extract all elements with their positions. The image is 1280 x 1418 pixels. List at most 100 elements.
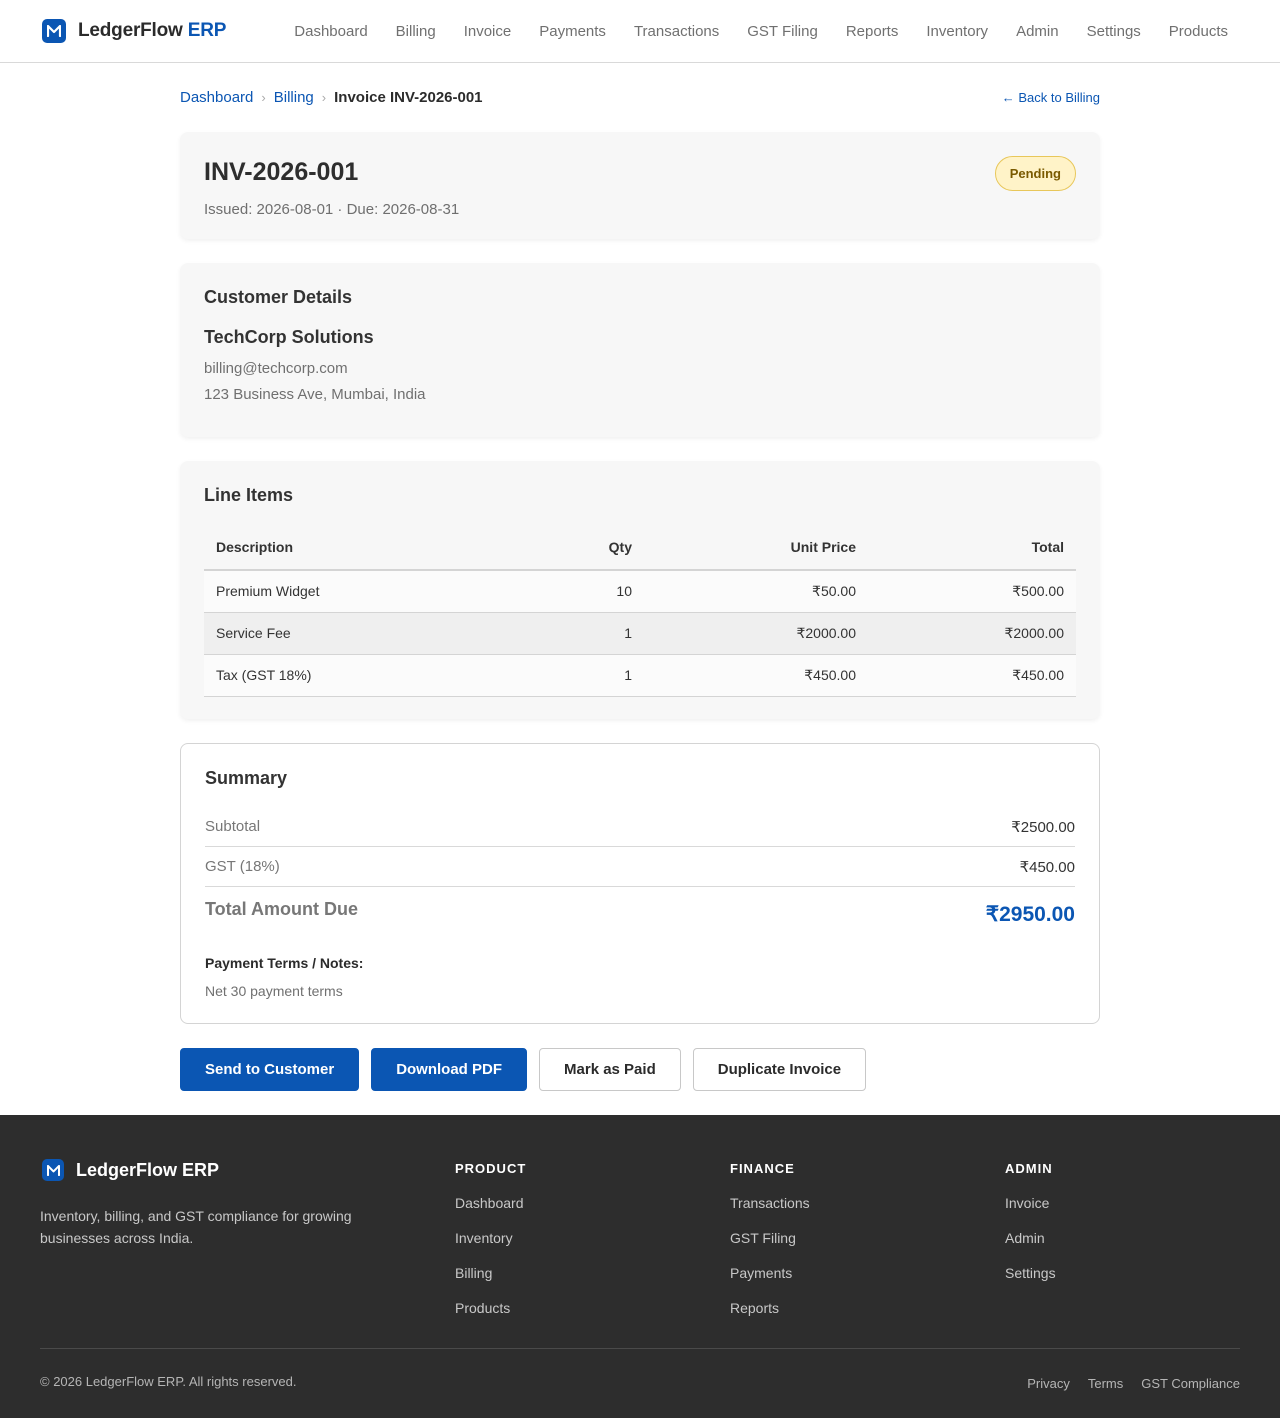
privacy-link[interactable]: Privacy: [1027, 1376, 1070, 1391]
gst-label: GST (18%): [205, 858, 280, 875]
footer-link-transactions[interactable]: Transactions: [730, 1195, 1005, 1212]
brand-name: LedgerFlow ERP: [78, 20, 227, 41]
item-description: Premium Widget: [204, 570, 514, 613]
nav-admin[interactable]: Admin: [1016, 23, 1059, 40]
copyright-text: © 2026 LedgerFlow ERP. All rights reserv…: [40, 1374, 297, 1389]
footer-link-products[interactable]: Products: [455, 1300, 730, 1317]
notes-body: Net 30 payment terms: [205, 983, 343, 999]
customer-details-card: Customer Details TechCorp Solutions bill…: [180, 263, 1100, 437]
customer-name: TechCorp Solutions: [204, 327, 374, 347]
nav-invoice[interactable]: Invoice: [464, 23, 512, 40]
footer-link-settings[interactable]: Settings: [1005, 1265, 1240, 1282]
nav-inventory[interactable]: Inventory: [926, 23, 988, 40]
item-qty: 1: [514, 654, 644, 697]
gst-value: ₹450.00: [1019, 858, 1075, 876]
footer-brand-name: LedgerFlow ERP: [76, 1159, 220, 1180]
total-row: Total Amount Due ₹2950.00: [205, 887, 1075, 941]
column-header-description: Description: [204, 525, 514, 571]
footer-link-reports[interactable]: Reports: [730, 1300, 1005, 1317]
table-row: Service Fee 1 ₹2000.00 ₹2000.00: [204, 612, 1076, 655]
customer-section-title: Customer Details: [204, 287, 353, 307]
item-total: ₹450.00: [868, 654, 1076, 697]
nav-gst-filing[interactable]: GST Filing: [747, 23, 818, 40]
subtotal-label: Subtotal: [205, 818, 261, 835]
subtotal-row: Subtotal ₹2500.00: [205, 807, 1075, 847]
nav-payments[interactable]: Payments: [539, 23, 606, 40]
brand[interactable]: LedgerFlow ERP: [40, 19, 226, 43]
nav-dashboard[interactable]: Dashboard: [294, 23, 367, 40]
line-items-card: Line Items Description Qty Unit Price To…: [180, 461, 1100, 719]
footer-link-billing[interactable]: Billing: [455, 1265, 730, 1282]
footer-link-payments[interactable]: Payments: [730, 1265, 1005, 1282]
status-badge: Pending: [994, 156, 1076, 191]
invoice-number: INV-2026-001: [204, 158, 359, 186]
brand-accent: ERP: [187, 20, 227, 41]
subtotal-value: ₹2500.00: [1011, 818, 1075, 836]
footer-column-finance: FINANCE Transactions GST Filing Payments…: [730, 1159, 1005, 1348]
item-unit-price: ₹450.00: [644, 654, 868, 697]
footer-column-admin: ADMIN Invoice Admin Settings: [1005, 1159, 1240, 1348]
chevron-right-icon: ›: [261, 89, 266, 105]
item-unit-price: ₹2000.00: [644, 612, 868, 655]
nav-settings[interactable]: Settings: [1087, 23, 1141, 40]
nav-reports[interactable]: Reports: [846, 23, 899, 40]
site-footer: LedgerFlow ERP Inventory, billing, and G…: [0, 1115, 1280, 1418]
summary-card: Summary Subtotal ₹2500.00 GST (18%) ₹450…: [180, 743, 1100, 1024]
item-qty: 1: [514, 612, 644, 655]
footer-column-title: ADMIN: [1005, 1161, 1053, 1176]
nav-billing[interactable]: Billing: [396, 23, 436, 40]
nav-transactions[interactable]: Transactions: [634, 23, 719, 40]
gst-row: GST (18%) ₹450.00: [205, 847, 1075, 887]
item-unit-price: ₹50.00: [644, 570, 868, 613]
legal-links: Privacy Terms GST Compliance: [1009, 1376, 1240, 1391]
table-row: Premium Widget 10 ₹50.00 ₹500.00: [204, 570, 1076, 613]
invoice-dates: Issued: 2026-08-01 · Due: 2026-08-31: [204, 201, 460, 218]
item-description: Service Fee: [204, 612, 514, 655]
footer-link-gst-filing[interactable]: GST Filing: [730, 1230, 1005, 1247]
footer-link-dashboard[interactable]: Dashboard: [455, 1195, 730, 1212]
footer-link-admin[interactable]: Admin: [1005, 1230, 1240, 1247]
column-header-qty: Qty: [514, 525, 644, 571]
download-pdf-button[interactable]: Download PDF: [371, 1048, 528, 1091]
send-to-customer-button[interactable]: Send to Customer: [180, 1048, 360, 1091]
item-qty: 10: [514, 570, 644, 613]
footer-column-product: PRODUCT Dashboard Inventory Billing Prod…: [455, 1159, 730, 1348]
column-header-unit-price: Unit Price: [644, 525, 868, 571]
table-header-row: Description Qty Unit Price Total: [204, 525, 1076, 571]
invoice-actions: Send to Customer Download PDF Mark as Pa…: [180, 1048, 1100, 1091]
terms-link[interactable]: Terms: [1088, 1376, 1123, 1391]
mark-as-paid-button[interactable]: Mark as Paid: [539, 1048, 681, 1091]
breadcrumb: Dashboard › Billing › Invoice INV-2026-0…: [180, 89, 483, 106]
table-row: Tax (GST 18%) 1 ₹450.00 ₹450.00: [204, 654, 1076, 697]
invoice-header-card: INV-2026-001 Issued: 2026-08-01 · Due: 2…: [180, 132, 1100, 239]
footer-tagline: Inventory, billing, and GST compliance f…: [40, 1208, 352, 1246]
breadcrumb-row: Dashboard › Billing › Invoice INV-2026-0…: [180, 89, 1100, 106]
item-description: Tax (GST 18%): [204, 654, 514, 697]
customer-email: billing@techcorp.com: [204, 360, 348, 377]
logo-icon: [42, 19, 66, 43]
footer-brand: LedgerFlow ERP Inventory, billing, and G…: [40, 1159, 455, 1348]
main-content: Dashboard › Billing › Invoice INV-2026-0…: [180, 89, 1100, 1091]
footer-link-inventory[interactable]: Inventory: [455, 1230, 730, 1247]
total-value: ₹2950.00: [985, 903, 1075, 926]
summary-title: Summary: [205, 768, 288, 788]
footer-column-title: PRODUCT: [455, 1161, 527, 1176]
footer-link-invoice[interactable]: Invoice: [1005, 1195, 1240, 1212]
duplicate-invoice-button[interactable]: Duplicate Invoice: [692, 1048, 867, 1091]
gst-compliance-link[interactable]: GST Compliance: [1141, 1376, 1240, 1391]
item-total: ₹500.00: [868, 570, 1076, 613]
breadcrumb-billing[interactable]: Billing: [274, 89, 314, 106]
back-to-billing-link[interactable]: ← Back to Billing: [1002, 90, 1100, 105]
total-label: Total Amount Due: [205, 899, 358, 919]
footer-column-title: FINANCE: [730, 1161, 795, 1176]
item-total: ₹2000.00: [868, 612, 1076, 655]
chevron-right-icon: ›: [321, 89, 327, 105]
notes-title: Payment Terms / Notes:: [205, 955, 364, 971]
logo-icon: [42, 1159, 64, 1181]
footer-bottom-bar: © 2026 LedgerFlow ERP. All rights reserv…: [40, 1348, 1240, 1418]
breadcrumb-dashboard[interactable]: Dashboard: [180, 89, 253, 106]
nav-products[interactable]: Products: [1169, 23, 1228, 40]
breadcrumb-current: Invoice INV-2026-001: [334, 88, 483, 106]
line-items-title: Line Items: [204, 485, 294, 505]
customer-address: 123 Business Ave, Mumbai, India: [204, 386, 426, 403]
